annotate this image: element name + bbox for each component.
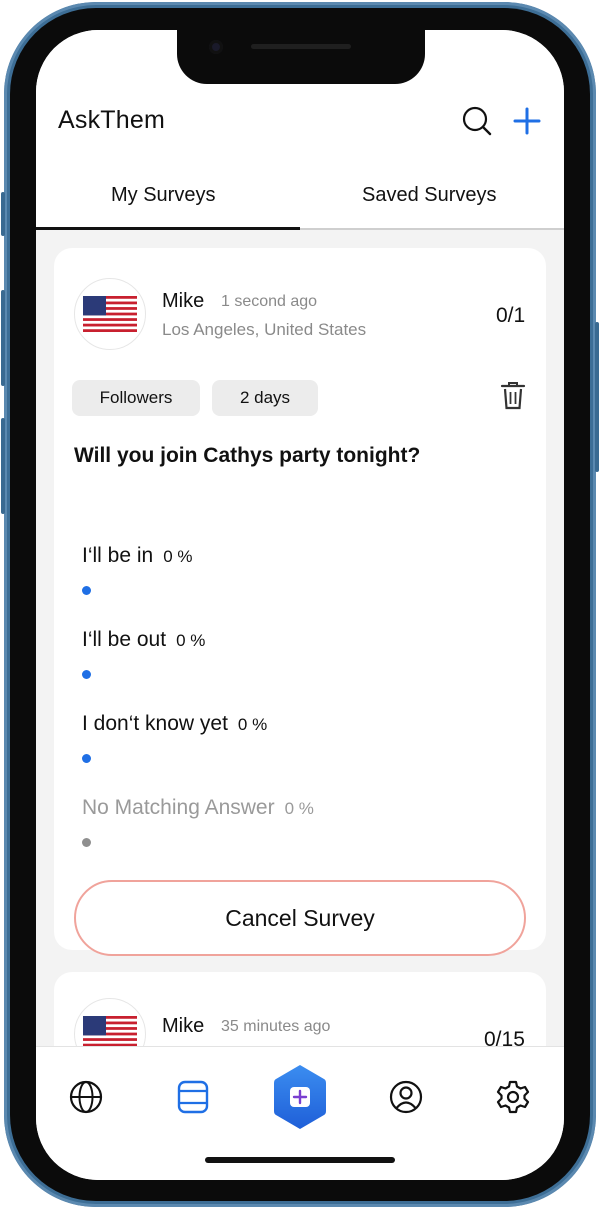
answer-percent: 0 % bbox=[237, 715, 268, 734]
answer-progress-dot bbox=[82, 586, 91, 595]
answer-option-no-match[interactable]: No Matching Answer 0 % bbox=[82, 796, 314, 820]
search-icon[interactable] bbox=[462, 106, 492, 136]
user-name[interactable]: Mike bbox=[162, 290, 204, 313]
cancel-survey-button[interactable]: Cancel Survey bbox=[74, 880, 526, 956]
response-count: 0/1 bbox=[496, 304, 526, 327]
duration-chip: 2 days bbox=[212, 380, 318, 416]
time-ago: 1 second ago bbox=[221, 293, 318, 310]
answer-label: I‘ll be out bbox=[82, 628, 167, 651]
home-indicator bbox=[205, 1157, 395, 1163]
audience-chip: Followers bbox=[72, 380, 200, 416]
user-location: Los Angeles, United States bbox=[162, 320, 367, 339]
answer-percent: 0 % bbox=[284, 799, 314, 818]
app-title: AskThem bbox=[58, 106, 165, 134]
bottom-navigation bbox=[36, 1046, 564, 1180]
globe-icon[interactable] bbox=[68, 1079, 104, 1115]
answer-option[interactable]: I don‘t know yet 0 % bbox=[82, 712, 267, 736]
us-flag-icon bbox=[83, 296, 137, 332]
avatar bbox=[74, 278, 146, 350]
tab-saved-surveys[interactable]: Saved Surveys bbox=[362, 184, 497, 207]
survey-card: Mike 1 second ago Los Angeles, United St… bbox=[54, 248, 546, 956]
survey-question: Will you join Cathys party tonight? bbox=[74, 444, 421, 467]
app-screen: AskThem My Surveys Saved Surveys Mike 1 … bbox=[36, 30, 564, 1180]
answer-label: I‘ll be in bbox=[82, 544, 154, 567]
trash-icon[interactable] bbox=[500, 380, 526, 410]
answer-progress-dot bbox=[82, 754, 91, 763]
user-name[interactable]: Mike bbox=[162, 1015, 204, 1038]
answer-option[interactable]: I‘ll be out 0 % bbox=[82, 628, 205, 652]
front-camera bbox=[209, 40, 223, 54]
answer-percent: 0 % bbox=[163, 547, 193, 566]
tab-divider bbox=[300, 228, 564, 230]
create-survey-icon[interactable] bbox=[274, 1064, 326, 1130]
tab-my-surveys[interactable]: My Surveys bbox=[111, 184, 215, 207]
answer-progress-dot bbox=[82, 670, 91, 679]
answer-progress-dot bbox=[82, 838, 91, 847]
answer-option[interactable]: I‘ll be in 0 % bbox=[82, 544, 193, 568]
notch bbox=[177, 30, 425, 84]
active-tab-indicator bbox=[36, 227, 300, 230]
answer-percent: 0 % bbox=[176, 631, 206, 650]
settings-icon[interactable] bbox=[495, 1079, 531, 1115]
time-ago: 35 minutes ago bbox=[221, 1018, 331, 1035]
profile-icon[interactable] bbox=[388, 1079, 424, 1115]
answer-label: I don‘t know yet bbox=[82, 712, 228, 735]
plus-icon[interactable] bbox=[512, 106, 542, 136]
answer-label: No Matching Answer bbox=[82, 796, 275, 819]
surveys-icon[interactable] bbox=[175, 1079, 211, 1115]
